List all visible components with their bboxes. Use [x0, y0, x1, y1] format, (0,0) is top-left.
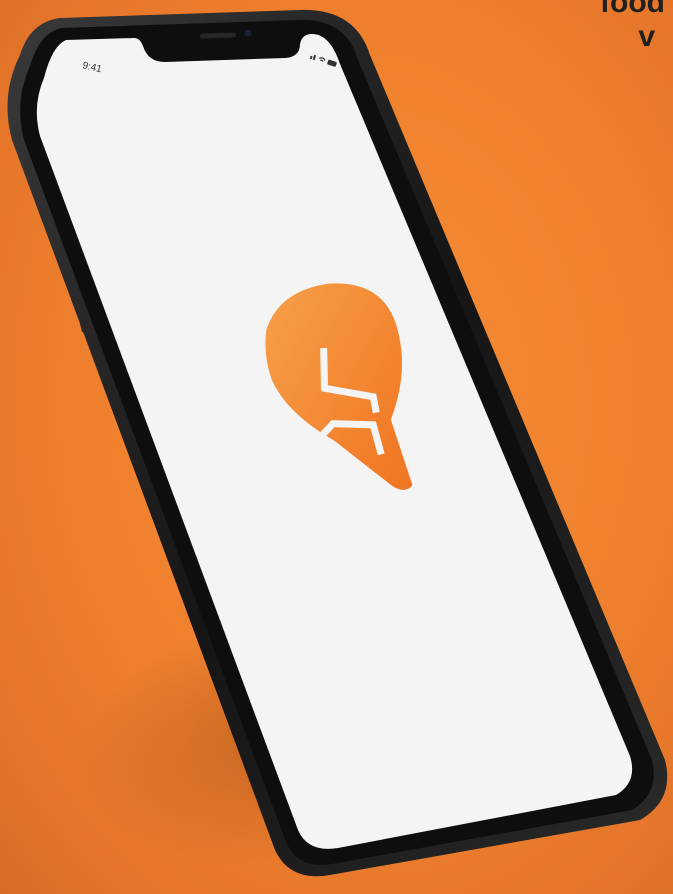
smartphone: 9:41 — [7, 9, 668, 877]
background-scene: food v 9:41 — [0, 0, 673, 894]
front-camera — [244, 29, 252, 37]
